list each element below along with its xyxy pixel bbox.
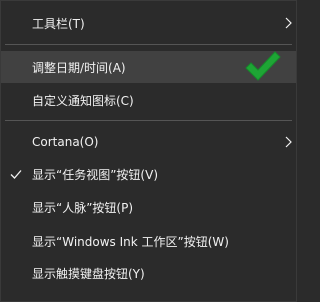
- menu-item-label: 自定义通知图标(C): [32, 93, 134, 108]
- chevron-right-icon: [285, 136, 292, 148]
- menu-separator: [5, 120, 292, 121]
- menu-item-label: 显示“Windows Ink 工作区”按钮(W): [32, 234, 229, 249]
- menu-item-toolbars[interactable]: 工具栏(T): [1, 7, 296, 39]
- menu-item-label: 工具栏(T): [32, 16, 85, 31]
- taskbar-context-menu: 工具栏(T) 调整日期/时间(A) 自定义通知图标(C) Cortana(O) …: [0, 0, 297, 302]
- chevron-right-icon: [285, 17, 292, 29]
- check-icon: [10, 170, 22, 179]
- menu-item-cortana[interactable]: Cortana(O): [1, 126, 296, 158]
- menu-item-label: Cortana(O): [32, 135, 99, 149]
- menu-item-label: 显示“任务视图”按钮(V): [32, 167, 159, 182]
- menu-item-show-touch-keyboard-button[interactable]: 显示触摸键盘按钮(Y): [1, 257, 296, 289]
- menu-item-label: 显示触摸键盘按钮(Y): [32, 266, 145, 281]
- menu-item-show-people-button[interactable]: 显示“人脉”按钮(P): [1, 191, 296, 223]
- menu-item-label: 显示“人脉”按钮(P): [32, 200, 134, 215]
- menu-item-customize-notification-icons[interactable]: 自定义通知图标(C): [1, 84, 296, 116]
- menu-separator: [5, 44, 292, 45]
- menu-item-label: 调整日期/时间(A): [32, 60, 126, 75]
- menu-item-show-task-view-button[interactable]: 显示“任务视图”按钮(V): [1, 158, 296, 190]
- green-checkmark-icon: [245, 51, 281, 81]
- menu-item-show-windows-ink-button[interactable]: 显示“Windows Ink 工作区”按钮(W): [1, 225, 296, 257]
